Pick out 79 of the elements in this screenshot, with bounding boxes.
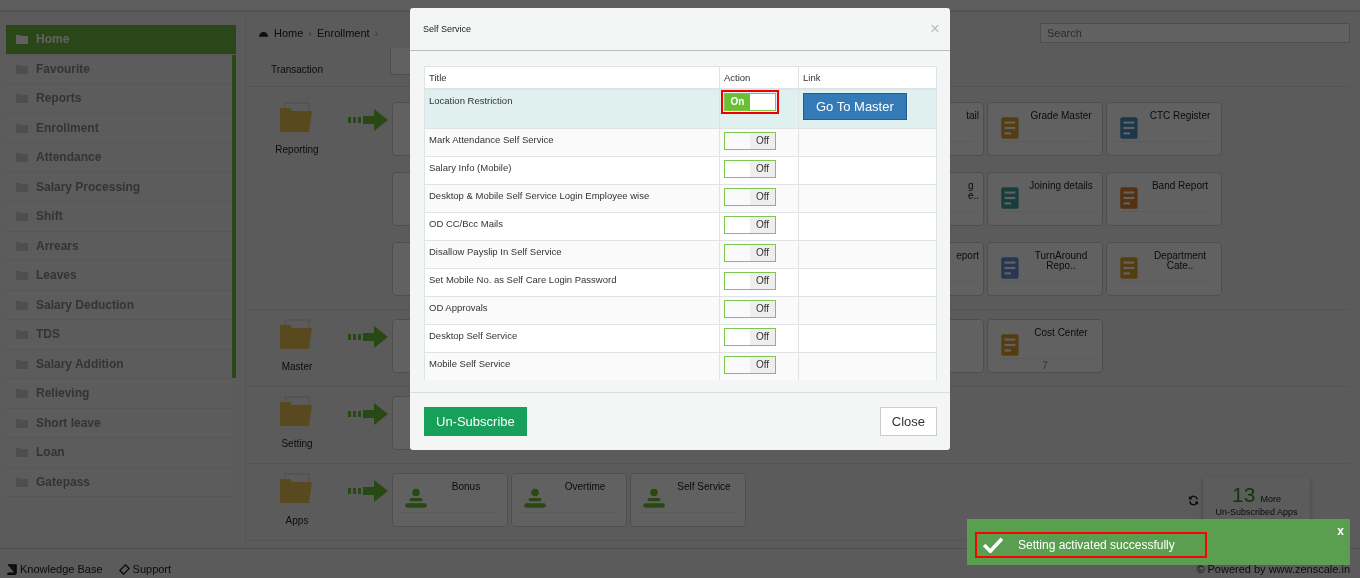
card-title: Self Service xyxy=(676,482,732,492)
footer-link[interactable]: Support xyxy=(132,563,172,575)
check-icon xyxy=(982,537,1004,553)
column-header: Action xyxy=(719,66,799,89)
unsubscribe-button[interactable]: Un-Subscribe xyxy=(424,407,527,436)
folder-icon xyxy=(16,34,28,45)
app-card[interactable]: Overtime xyxy=(511,473,627,527)
breadcrumb-link[interactable]: Home xyxy=(274,27,304,39)
close-button[interactable]: x xyxy=(1337,524,1344,538)
table-cell: Mobile Self Service xyxy=(424,352,720,380)
toast-message: Setting activated successfully xyxy=(1018,538,1175,552)
arrow-icon xyxy=(348,480,390,502)
breadcrumb-separator: › xyxy=(374,27,379,39)
toggle-switch[interactable]: Off xyxy=(724,356,776,374)
table-cell: OD Approvals xyxy=(424,296,720,325)
table-cell: Salary Info (Mobile) xyxy=(424,156,720,185)
powered-by-text: © Powered by www.zenscale.in xyxy=(1196,563,1350,575)
card-title: Overtime xyxy=(563,482,607,492)
footer-link[interactable]: Knowledge Base xyxy=(20,563,103,575)
folder-icon xyxy=(279,319,315,349)
card-title: Band Report xyxy=(1150,181,1210,191)
card-title: CTC Register xyxy=(1148,111,1212,121)
folder-icon xyxy=(279,102,315,132)
toggle-switch[interactable]: Off xyxy=(724,216,776,234)
refresh-icon[interactable] xyxy=(1188,494,1199,506)
dialog-title: Self Service xyxy=(423,24,472,34)
app-card[interactable]: CTC Register xyxy=(1106,102,1222,156)
close-button[interactable]: × xyxy=(930,19,940,39)
breadcrumb-separator: › xyxy=(308,27,312,39)
toggle-switch[interactable]: Off xyxy=(724,188,776,206)
card-title: Joining details xyxy=(1028,181,1094,191)
card-title: eport xyxy=(956,251,979,261)
toggle-switch[interactable]: Off xyxy=(724,244,776,262)
card-title: g e.. xyxy=(967,181,979,201)
arrow-icon xyxy=(348,403,390,425)
breadcrumb-link[interactable]: Enrollment xyxy=(317,27,370,39)
app-card[interactable]: Grade Master xyxy=(987,102,1103,156)
more-caption: Un-Subscribed Apps xyxy=(1215,507,1298,517)
app-card[interactable]: Self Service xyxy=(630,473,746,527)
arrow-icon xyxy=(348,109,390,131)
table-cell: Set Mobile No. as Self Care Login Password xyxy=(424,268,720,297)
toggle-switch[interactable]: Off xyxy=(724,272,776,290)
section-label: Setting xyxy=(281,438,313,449)
app-card[interactable]: TurnAround Repo.. xyxy=(987,242,1103,296)
card-title: TurnAround Repo.. xyxy=(1033,251,1089,271)
card-title: Department Cate.. xyxy=(1152,251,1208,271)
table-cell: Location Restriction xyxy=(424,88,720,129)
app-card[interactable]: Bonus xyxy=(392,473,508,527)
sidebar-item[interactable]: Home xyxy=(6,25,236,55)
column-header: Link xyxy=(798,66,937,89)
toggle-switch[interactable]: Off xyxy=(724,160,776,178)
more-label: More xyxy=(1260,494,1281,504)
folder-icon xyxy=(279,396,315,426)
app-card[interactable]: Joining details xyxy=(987,172,1103,226)
table-cell: Disallow Payslip In Self Service xyxy=(424,240,720,269)
app-card[interactable]: Band Report xyxy=(1106,172,1222,226)
table-cell: Mark Attendance Self Service xyxy=(424,128,720,157)
app-count: 13 xyxy=(1232,483,1256,507)
toggle-switch[interactable]: Off xyxy=(724,132,776,150)
folder-icon xyxy=(279,473,315,503)
close-button[interactable]: Close xyxy=(879,407,937,436)
toggle-switch[interactable]: Off xyxy=(724,300,776,318)
section-label: Transaction xyxy=(271,63,323,75)
toggle-switch[interactable]: Off xyxy=(724,328,776,346)
table-cell: Desktop & Mobile Self Service Login Employee wise xyxy=(424,184,720,213)
go-to-master-button[interactable]: Go To Master xyxy=(803,92,907,120)
toggle-switch[interactable]: On xyxy=(724,92,776,111)
section-label: Reporting xyxy=(275,144,319,155)
card-title: Bonus xyxy=(450,482,482,492)
section-label: Apps xyxy=(285,515,309,526)
table-cell: Desktop Self Service xyxy=(424,324,720,353)
card-title: Cost Center xyxy=(1033,328,1089,338)
section-label: Master xyxy=(281,361,313,372)
column-header: Title xyxy=(424,66,720,89)
card-title: Grade Master xyxy=(1029,111,1093,121)
card-title: tail xyxy=(966,111,979,121)
table-cell: OD CC/Bcc Mails xyxy=(424,212,720,241)
app-card[interactable]: Department Cate.. xyxy=(1106,242,1222,296)
arrow-icon xyxy=(348,326,390,348)
